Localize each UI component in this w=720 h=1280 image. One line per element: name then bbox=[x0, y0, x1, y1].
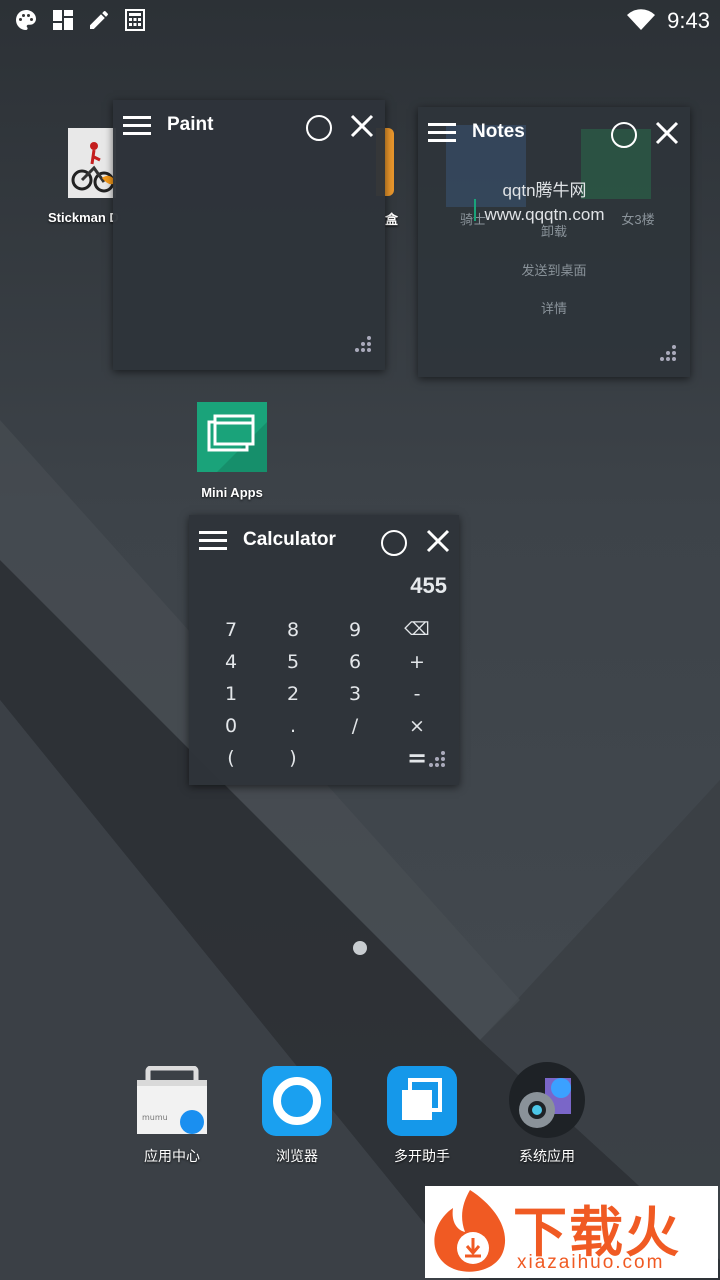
ghost-menu-item: 详情 bbox=[540, 301, 567, 316]
watermark: qqtn腾牛网 www.qqqtn.com bbox=[472, 176, 617, 225]
calc-key[interactable]: / bbox=[335, 712, 375, 740]
pencil-icon bbox=[90, 11, 108, 29]
calc-key[interactable]: ( bbox=[211, 744, 251, 772]
palette-icon bbox=[16, 10, 36, 30]
dock-label: 多开助手 bbox=[394, 1148, 450, 1164]
brand-url: xiazaihuo.com bbox=[517, 1252, 665, 1273]
window-title: Calculator bbox=[243, 529, 336, 550]
calc-key[interactable]: 2 bbox=[273, 680, 313, 708]
dock-multi-open[interactable]: 多开助手 bbox=[384, 1066, 460, 1166]
dock-label: 应用中心 bbox=[144, 1148, 200, 1164]
calc-key[interactable]: - bbox=[397, 680, 437, 708]
wifi-icon bbox=[627, 9, 655, 31]
minimize-button[interactable] bbox=[611, 122, 637, 148]
calculator-window[interactable]: Calculator 455 7 8 9 ⌫ 4 5 6 +1 2 3-0. / ×() = bbox=[189, 515, 459, 785]
status-bar: 9:43 bbox=[0, 0, 720, 40]
notes-window[interactable]: 骑士 卸载 发送到桌面 详情 女3楼 Notes bbox=[418, 107, 690, 377]
dock-browser[interactable]: 浏览器 bbox=[259, 1066, 335, 1166]
calc-key[interactable]: 9 bbox=[335, 616, 375, 644]
close-icon[interactable] bbox=[425, 528, 451, 554]
calc-key[interactable]: 7 bbox=[211, 616, 251, 644]
mini-apps-icon bbox=[197, 402, 267, 472]
watermark-line: www.qqqtn.com bbox=[484, 205, 605, 224]
hidden-app-label: 盒 bbox=[385, 212, 399, 227]
dock-label: 系统应用 bbox=[519, 1148, 575, 1164]
calc-key[interactable]: 8 bbox=[273, 616, 313, 644]
calc-key[interactable]: . bbox=[273, 712, 313, 740]
dashboard-icon bbox=[53, 10, 73, 30]
paint-window[interactable]: Paint bbox=[113, 100, 385, 370]
window-title: Notes bbox=[472, 121, 525, 142]
app-center-icon: mumu bbox=[137, 1065, 207, 1134]
app-stickman[interactable]: Stickman D bbox=[48, 128, 119, 225]
menu-icon[interactable] bbox=[123, 114, 151, 136]
calc-key[interactable]: ) bbox=[273, 744, 313, 772]
app-label: Mini Apps bbox=[201, 485, 263, 500]
resize-grip-icon[interactable] bbox=[427, 749, 447, 769]
system-apps-icon bbox=[509, 1062, 585, 1138]
calc-key[interactable]: + bbox=[397, 648, 437, 676]
menu-icon[interactable] bbox=[428, 121, 456, 143]
page-indicator[interactable] bbox=[353, 941, 367, 955]
calc-key[interactable]: 1 bbox=[211, 680, 251, 708]
calc-key[interactable]: × bbox=[397, 712, 437, 740]
calc-key[interactable]: 0 bbox=[211, 712, 251, 740]
minimize-button[interactable] bbox=[306, 115, 332, 141]
calc-key[interactable]: 5 bbox=[273, 648, 313, 676]
dock-label: 浏览器 bbox=[276, 1148, 318, 1164]
calc-key[interactable]: 3 bbox=[335, 680, 375, 708]
watermark-line: qqtn腾牛网 bbox=[502, 181, 587, 200]
stickman-game-icon bbox=[68, 128, 116, 198]
close-icon[interactable] bbox=[349, 113, 375, 139]
browser-icon bbox=[262, 1066, 332, 1136]
flame-logo-icon bbox=[434, 1190, 506, 1272]
multi-open-icon bbox=[387, 1066, 457, 1136]
ghost-menu-item: 发送到桌面 bbox=[521, 263, 587, 278]
calculator-display: 455 bbox=[410, 573, 447, 598]
clock: 9:43 bbox=[667, 8, 710, 33]
calc-key[interactable]: 6 bbox=[335, 648, 375, 676]
close-icon[interactable] bbox=[654, 120, 680, 146]
calculator-icon bbox=[125, 9, 145, 31]
brand-watermark: 下载火 xiazaihuo.com bbox=[425, 1186, 718, 1278]
app-label: Stickman D bbox=[48, 210, 119, 225]
dock-system-apps[interactable]: 系统应用 bbox=[509, 1060, 585, 1164]
resize-grip-icon[interactable] bbox=[353, 334, 373, 354]
menu-icon[interactable] bbox=[199, 529, 227, 551]
minimize-button[interactable] bbox=[381, 530, 407, 556]
resize-grip-icon[interactable] bbox=[658, 343, 678, 363]
calc-key[interactable]: 4 bbox=[211, 648, 251, 676]
svg-text:mumu: mumu bbox=[142, 1113, 168, 1122]
dock-app-center[interactable]: mumu 应用中心 bbox=[134, 1065, 210, 1166]
backspace-key[interactable]: ⌫ bbox=[397, 616, 437, 644]
app-mini-apps[interactable]: Mini Apps bbox=[197, 402, 267, 500]
window-title: Paint bbox=[167, 114, 214, 135]
